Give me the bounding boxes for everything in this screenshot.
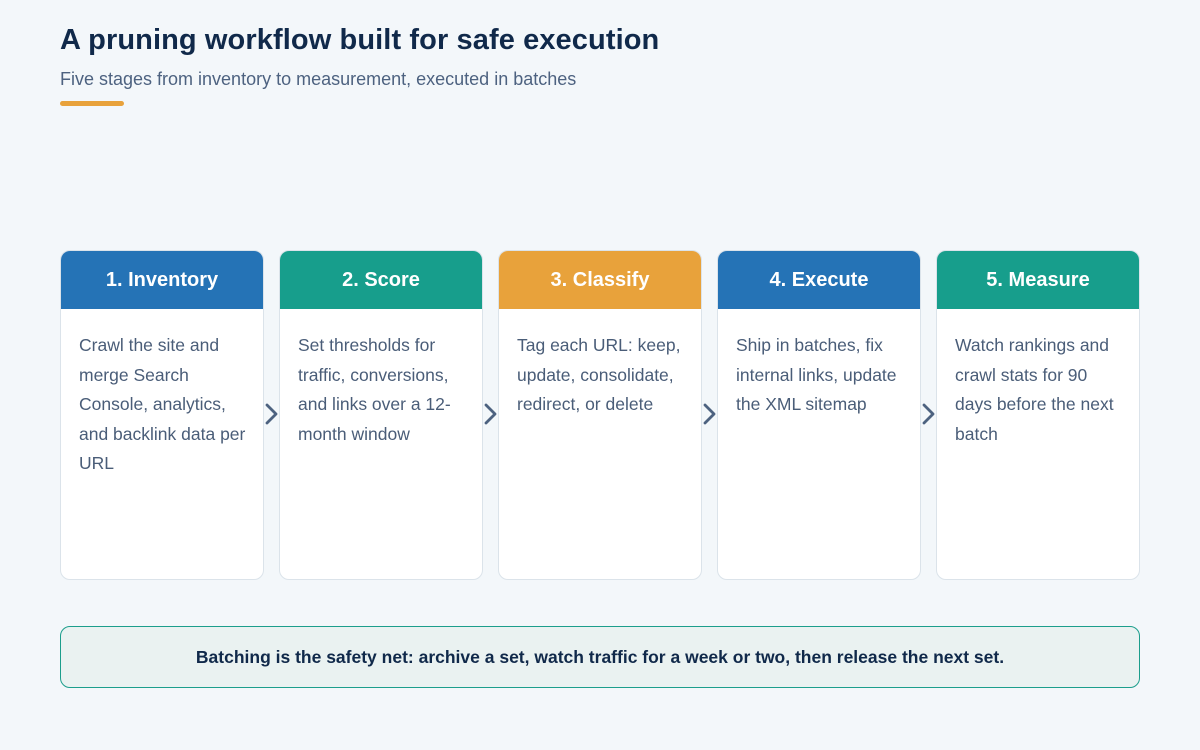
title-accent-bar <box>60 101 124 106</box>
stage-header: 5. Measure <box>937 251 1139 309</box>
chevron-right-icon <box>265 403 278 425</box>
stage-title: 3. Classify <box>550 268 650 291</box>
stage-description: Set thresholds for traffic, conversions,… <box>298 335 451 444</box>
stage-header: 2. Score <box>280 251 482 309</box>
stage-card-score: 2. Score Set thresholds for traffic, con… <box>279 250 483 580</box>
page-subtitle: Five stages from inventory to measuremen… <box>60 69 577 89</box>
stage-card-measure: 5. Measure Watch rankings and crawl stat… <box>936 250 1140 580</box>
stage-title: 5. Measure <box>986 268 1090 291</box>
chevron-right-icon <box>484 403 497 425</box>
stage-description: Ship in batches, fix internal links, upd… <box>736 335 897 414</box>
stage-card-classify: 3. Classify Tag each URL: keep, update, … <box>498 250 702 580</box>
stage-description: Watch rankings and crawl stats for 90 da… <box>955 335 1114 444</box>
stage-card-inventory: 1. Inventory Crawl the site and merge Se… <box>60 250 264 580</box>
stage-title: 4. Execute <box>769 268 869 291</box>
stage-title: 1. Inventory <box>105 268 219 291</box>
stage-description: Crawl the site and merge Search Console,… <box>79 335 246 473</box>
stage-description: Tag each URL: keep, update, consolidate,… <box>517 335 681 414</box>
safety-note: Batching is the safety net: archive a se… <box>60 626 1140 688</box>
safety-note-text: Batching is the safety net: archive a se… <box>195 646 1005 667</box>
stage-header: 4. Execute <box>718 251 920 309</box>
stage-card-execute: 4. Execute Ship in batches, fix internal… <box>717 250 921 580</box>
stage-header: 3. Classify <box>499 251 701 309</box>
stage-header: 1. Inventory <box>61 251 263 309</box>
page-title: A pruning workflow built for safe execut… <box>60 24 660 56</box>
chevron-right-icon <box>703 403 716 425</box>
stage-title: 2. Score <box>342 268 420 291</box>
chevron-right-icon <box>922 403 935 425</box>
